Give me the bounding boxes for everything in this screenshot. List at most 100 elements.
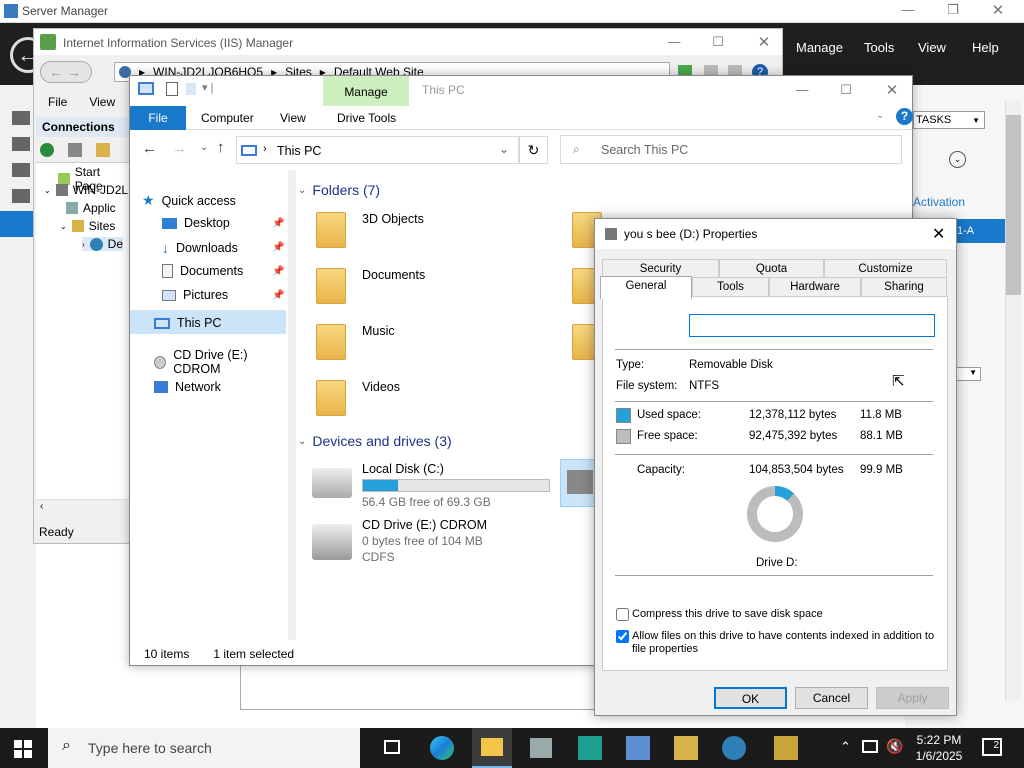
tab-hardware[interactable]: Hardware (769, 277, 861, 296)
tools-icon[interactable] (674, 736, 698, 760)
view-tab[interactable]: View (280, 111, 306, 125)
ribbon-expand-icon[interactable]: ⌄ (876, 110, 884, 121)
close-button[interactable]: ✕ (744, 33, 784, 51)
ok-button[interactable]: OK (714, 687, 787, 709)
search-box[interactable]: ⌕ Search This PC (560, 135, 902, 164)
pin-icon[interactable]: 📌 (272, 266, 284, 277)
chevron-down-icon[interactable]: ▼ (953, 367, 981, 381)
up-icon[interactable] (96, 143, 110, 157)
drive-label-input[interactable] (689, 314, 935, 337)
nav-network[interactable]: Network (154, 380, 221, 394)
tree-item-sites[interactable]: ⌄ Sites (60, 219, 115, 233)
scrollbar-thumb[interactable] (1006, 115, 1021, 295)
tree-item-app-pools[interactable]: Applic (66, 201, 116, 215)
tree-item-default-site[interactable]: › De (82, 237, 124, 251)
windows-start-icon[interactable] (14, 740, 32, 758)
folder-music[interactable]: Music (316, 324, 395, 360)
expand-chevron-icon[interactable]: ⌄ (949, 151, 966, 168)
index-checkbox[interactable] (616, 630, 629, 643)
manage-menu[interactable]: Manage (796, 40, 843, 55)
minimize-button[interactable]: — (782, 82, 822, 97)
server-manager-taskbar-icon[interactable] (530, 738, 552, 758)
drive-tools-tab[interactable]: Drive Tools (337, 111, 396, 125)
close-button[interactable]: ✕ (978, 1, 1018, 19)
tab-general[interactable]: General (600, 276, 692, 299)
maximize-button[interactable]: ☐ (698, 34, 738, 50)
app-icon[interactable] (774, 736, 798, 760)
tab-sharing[interactable]: Sharing (861, 277, 947, 296)
tab-quota[interactable]: Quota (719, 259, 824, 278)
computer-tab[interactable]: Computer (201, 111, 254, 125)
local-server-icon[interactable] (12, 137, 30, 151)
nav-pictures[interactable]: Pictures (162, 288, 228, 302)
compress-checkbox[interactable] (616, 608, 629, 621)
minimize-button[interactable]: — (888, 2, 928, 17)
horizontal-scrollbar[interactable]: ‹ (36, 499, 130, 517)
iis-nav-icon[interactable] (0, 211, 36, 237)
drive-local-disk-c[interactable]: Local Disk (C:) 56.4 GB free of 69.3 GB (312, 462, 552, 510)
view-menu[interactable]: View (918, 40, 946, 55)
folder-videos[interactable]: Videos (316, 380, 400, 416)
dashboard-icon[interactable] (12, 111, 30, 125)
selected-server-row[interactable]: 1-A (953, 219, 1005, 243)
view-menu[interactable]: View (89, 95, 115, 109)
volume-muted-icon[interactable]: 🔇 (886, 738, 903, 755)
forward-icon[interactable]: → (172, 140, 187, 157)
address-bar[interactable]: › This PC ⌄ (236, 136, 519, 164)
new-folder-icon[interactable] (186, 83, 196, 95)
help-icon[interactable]: ? (896, 108, 913, 125)
taskbar-search[interactable]: ⌕ Type here to search (48, 728, 360, 768)
close-button[interactable]: ✕ (932, 224, 945, 244)
manage-contextual-tab[interactable]: Manage (323, 76, 409, 106)
apply-button[interactable]: Apply (876, 687, 949, 709)
nav-this-pc[interactable]: This PC (154, 316, 221, 330)
activation-link[interactable]: Activation (913, 195, 965, 209)
chevron-up-icon[interactable]: ⌃ (840, 739, 851, 755)
nav-downloads[interactable]: ↓ Downloads (162, 240, 238, 256)
minimize-button[interactable]: — (654, 34, 694, 49)
file-services-icon[interactable] (12, 189, 30, 203)
back-forward-icon[interactable]: ← → (40, 61, 92, 83)
nav-documents[interactable]: Documents (162, 264, 243, 278)
scroll-left-icon[interactable]: ‹ (40, 501, 43, 512)
tasks-dropdown[interactable]: TASKS ▼ (913, 111, 985, 129)
properties-icon[interactable] (166, 82, 178, 96)
connect-icon[interactable] (40, 143, 54, 157)
all-servers-icon[interactable] (12, 163, 30, 177)
chevron-down-icon[interactable]: ⌄ (499, 142, 509, 156)
maximize-button[interactable]: ☐ (826, 82, 866, 98)
quick-access-toolbar-chevron[interactable]: ▾ | (202, 81, 213, 94)
network-status-icon[interactable] (862, 740, 878, 753)
file-explorer-taskbar-button[interactable] (472, 728, 512, 768)
nav-pane-scrollbar[interactable] (288, 170, 296, 640)
nav-cd-drive[interactable]: CD Drive (E:) CDROM (154, 348, 290, 376)
file-tab[interactable]: File (130, 106, 186, 130)
tab-customize[interactable]: Customize (824, 259, 947, 278)
notification-icon[interactable]: 2 (982, 738, 1002, 756)
maximize-button[interactable]: ❐ (933, 2, 973, 18)
drive-cd-e[interactable]: CD Drive (E:) CDROM 0 bytes free of 104 … (312, 518, 552, 572)
recent-locations-icon[interactable]: ⌄ (200, 142, 208, 153)
tools-menu[interactable]: Tools (864, 40, 894, 55)
pin-icon[interactable]: 📌 (272, 290, 284, 301)
pin-icon[interactable]: 📌 (272, 218, 284, 229)
refresh-icon[interactable]: ↻ (519, 136, 548, 164)
visual-studio-icon[interactable] (578, 736, 602, 760)
clock[interactable]: 5:22 PM 1/6/2025 (912, 732, 966, 764)
tab-tools[interactable]: Tools (692, 277, 769, 296)
cancel-button[interactable]: Cancel (795, 687, 868, 709)
task-view-icon[interactable] (384, 740, 400, 754)
tree-item-server[interactable]: ⌄ WIN-JD2L (44, 183, 128, 197)
back-icon[interactable]: ← (142, 140, 157, 157)
vertical-scrollbar[interactable] (1005, 101, 1021, 701)
up-icon[interactable]: ↑ (217, 139, 225, 156)
edge-icon[interactable] (430, 736, 454, 760)
save-icon[interactable] (68, 143, 82, 157)
nav-desktop[interactable]: Desktop (162, 216, 230, 230)
folders-group-header[interactable]: ⌄ Folders (7) (298, 182, 380, 198)
pin-icon[interactable]: 📌 (272, 242, 284, 253)
close-button[interactable]: ✕ (872, 81, 912, 99)
folder-3d-objects[interactable]: 3D Objects (316, 212, 424, 248)
nav-quick-access[interactable]: ★ Quick access (142, 192, 236, 209)
help-menu[interactable]: Help (972, 40, 999, 55)
